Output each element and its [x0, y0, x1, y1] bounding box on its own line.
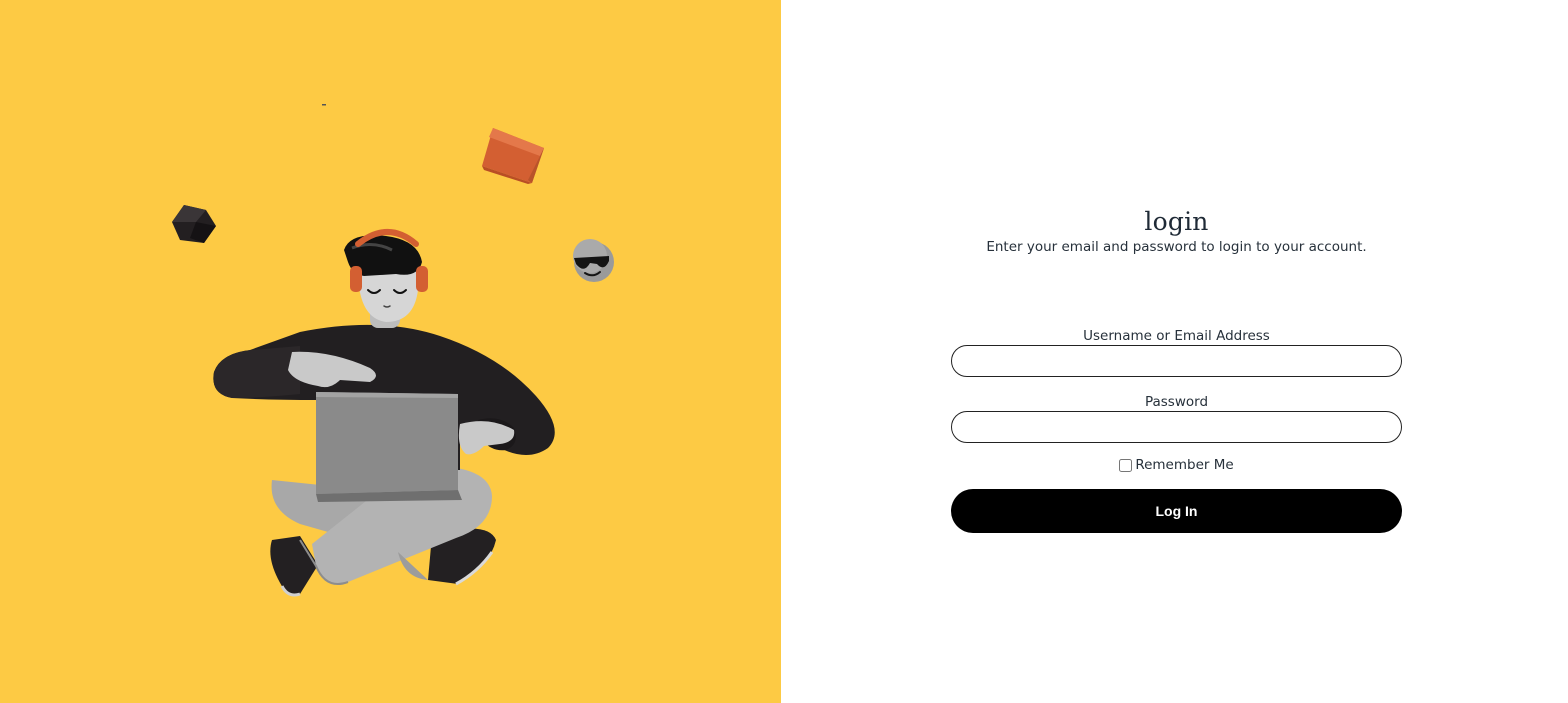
username-input[interactable]	[951, 345, 1402, 377]
password-label: Password	[1144, 394, 1209, 410]
hero-illustration	[0, 0, 781, 703]
hero-panel	[0, 0, 781, 703]
login-button[interactable]: Log In	[951, 489, 1402, 533]
login-panel: login Enter your email and password to l…	[781, 0, 1568, 703]
login-page: login Enter your email and password to l…	[0, 0, 1568, 703]
login-card: login Enter your email and password to l…	[951, 205, 1402, 533]
field-spacer	[951, 377, 1402, 394]
login-subtitle: Enter your email and password to login t…	[986, 239, 1367, 255]
remember-me-checkbox[interactable]	[1119, 458, 1133, 472]
speck	[322, 104, 326, 106]
login-title: login	[1144, 207, 1209, 236]
password-input[interactable]	[951, 411, 1402, 443]
username-label: Username or Email Address	[1083, 328, 1270, 344]
remember-me-row: Remember Me	[951, 457, 1402, 473]
remember-me-label[interactable]: Remember Me	[1135, 457, 1233, 473]
login-form: Username or Email Address Password Remem…	[951, 328, 1402, 533]
